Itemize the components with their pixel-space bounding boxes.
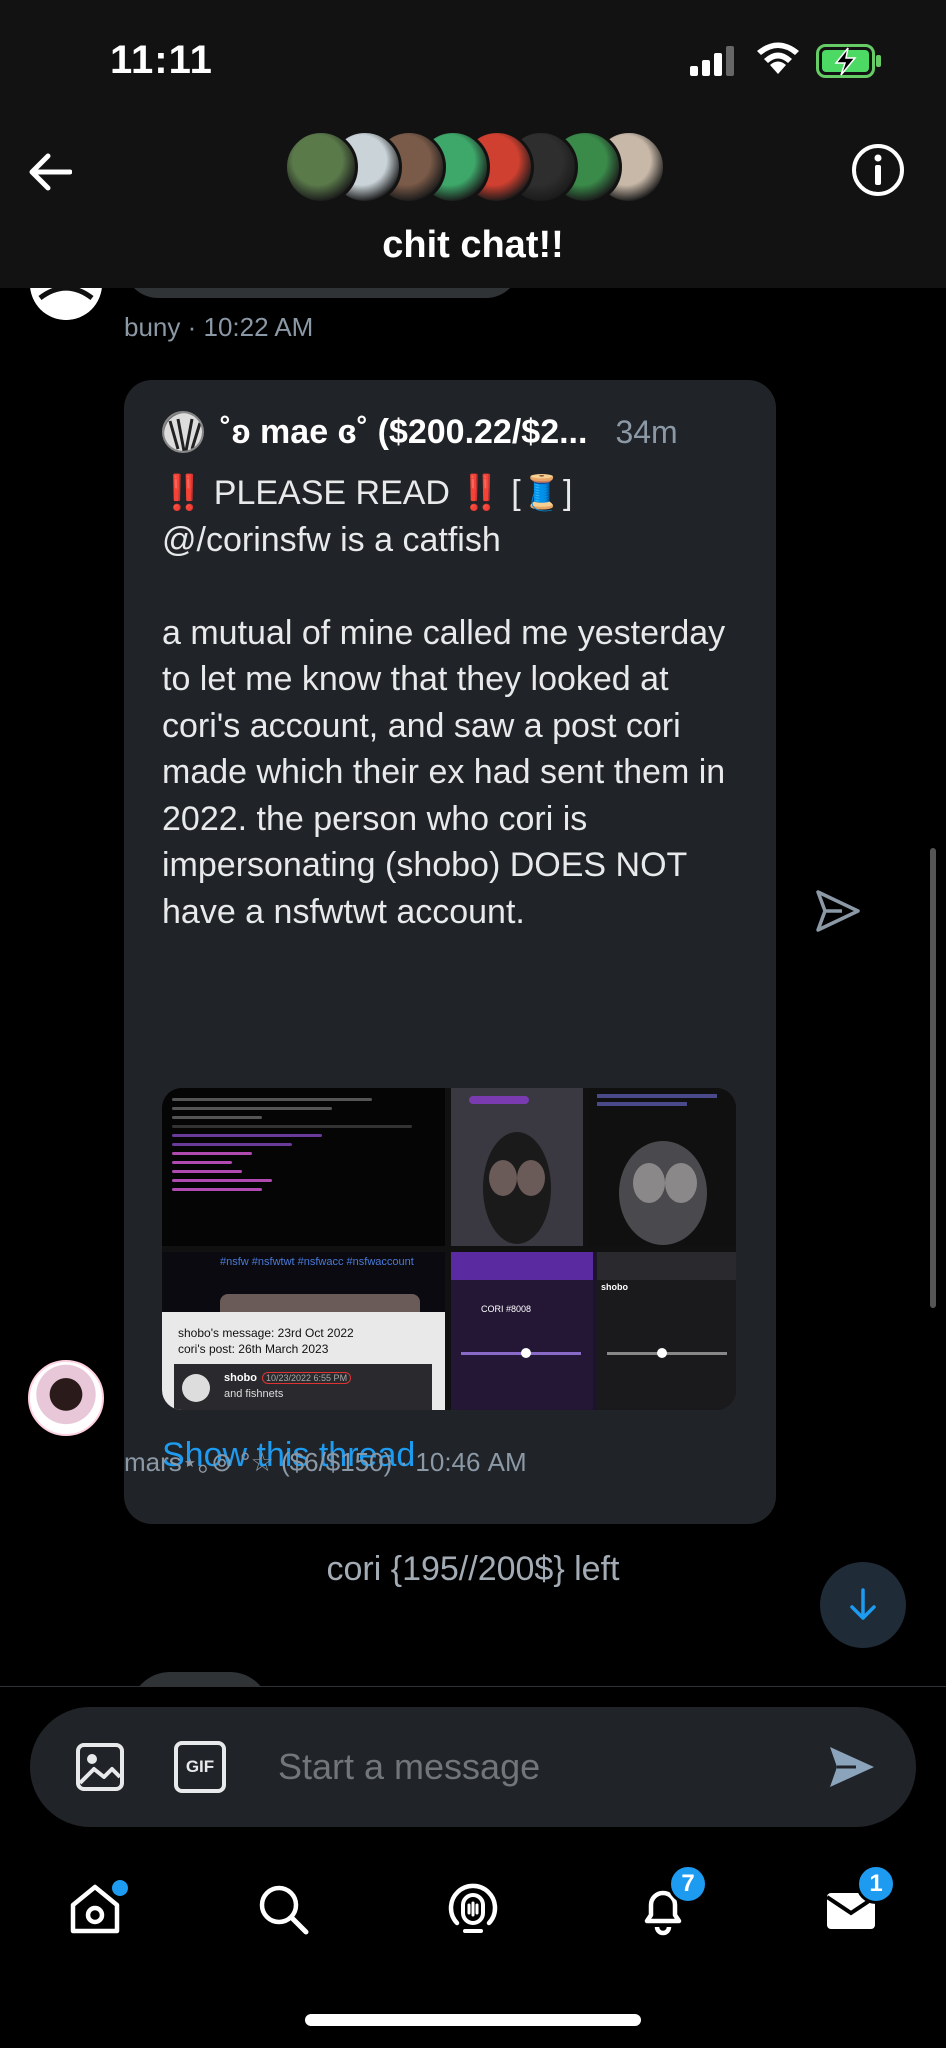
media-text: CORI #8008 — [481, 1304, 532, 1314]
scroll-to-bottom-button[interactable] — [820, 1562, 906, 1648]
image-icon[interactable] — [74, 1741, 126, 1793]
share-icon[interactable] — [812, 886, 862, 936]
send-icon[interactable] — [828, 1745, 876, 1789]
tweet-text: ‼️ PLEASE READ ‼️ [🧵] @/corinsfw is a ca… — [162, 474, 726, 931]
gif-button[interactable]: GIF — [174, 1741, 226, 1793]
tab-spaces[interactable] — [438, 1874, 508, 1944]
media-image[interactable] — [451, 1088, 583, 1246]
tweet-author-name: ˚ʚ mae ɞ˚ ($200.22/$2... — [220, 412, 588, 451]
unread-dot — [112, 1880, 128, 1896]
group-avatars[interactable] — [284, 130, 666, 204]
conversation-title[interactable]: chit chat!! — [0, 224, 946, 267]
message-input[interactable] — [278, 1737, 798, 1797]
media-image[interactable]: #nsfw #nsfwtwt #nsfwacc #nsfwaccount sho… — [162, 1252, 445, 1410]
participant-avatar — [284, 130, 358, 204]
message-bubble[interactable] — [124, 288, 520, 298]
arrow-left-icon — [29, 153, 72, 191]
avatar — [162, 411, 204, 453]
conversation-header: chit chat!! — [0, 120, 946, 288]
tweet-author-row: ˚ʚ mae ɞ˚ ($200.22/$2... 34m — [162, 410, 742, 454]
message-composer: GIF — [0, 1686, 946, 1846]
status-time: 11:11 — [110, 38, 213, 82]
tab-bar: 7 1 — [0, 1846, 946, 2048]
home-indicator[interactable] — [305, 2014, 641, 2026]
media-image[interactable] — [162, 1088, 445, 1246]
cellular-signal-icon — [690, 46, 734, 76]
back-button[interactable] — [22, 144, 78, 200]
tab-search[interactable] — [248, 1874, 318, 1944]
tab-notifications[interactable]: 7 — [628, 1864, 708, 1944]
media-image[interactable]: CORI #8008 shobo — [451, 1252, 736, 1410]
message-bubble[interactable] — [130, 1672, 270, 1686]
info-icon[interactable] — [850, 142, 906, 198]
message-meta: buny · 10:22 AM — [124, 312, 314, 342]
composer-box: GIF — [30, 1707, 916, 1827]
media-text: shobo's message: 23rd Oct 2022 — [178, 1326, 354, 1340]
tab-messages[interactable]: 1 — [816, 1864, 896, 1944]
avatar[interactable] — [30, 288, 102, 320]
media-text: 10/23/2022 6:55 PM — [262, 1372, 352, 1384]
message-meta: mars⋆｡⊚ °☆ ($6/$150) · 10:46 AM — [124, 1447, 527, 1477]
tweet-timestamp: 34m — [615, 413, 678, 450]
system-message: cori {195//200$} left — [326, 1550, 620, 1588]
messages-badge: 1 — [856, 1864, 896, 1904]
tweet-media-grid[interactable]: #nsfw #nsfwtwt #nsfwacc #nsfwaccount sho… — [162, 1088, 736, 1410]
notification-badge: 7 — [668, 1864, 708, 1904]
media-text: shobo — [224, 1372, 257, 1384]
wifi-icon — [757, 42, 799, 74]
message-list[interactable]: buny · 10:22 AM ˚ʚ mae ɞ˚ ($200.22/$2...… — [0, 288, 946, 1686]
status-bar: 11:11 — [0, 0, 946, 120]
media-text: shobo — [601, 1282, 628, 1292]
shared-tweet-card[interactable]: ˚ʚ mae ɞ˚ ($200.22/$2... 34m ‼️ PLEASE R… — [124, 380, 776, 1524]
media-text: #nsfw #nsfwtwt #nsfwacc #nsfwaccount — [220, 1256, 414, 1268]
arrow-down-icon — [850, 1588, 876, 1620]
avatar[interactable] — [28, 1360, 104, 1436]
battery-charging-icon — [816, 44, 881, 78]
media-text: and fishnets — [224, 1388, 284, 1400]
scrollbar[interactable] — [930, 848, 936, 1308]
spaces-icon — [448, 1883, 498, 1933]
search-icon — [259, 1885, 309, 1935]
tab-home[interactable] — [60, 1874, 130, 1944]
media-image[interactable] — [589, 1088, 736, 1246]
gif-label: GIF — [185, 1757, 215, 1776]
media-text: cori's post: 26th March 2023 — [178, 1342, 329, 1356]
